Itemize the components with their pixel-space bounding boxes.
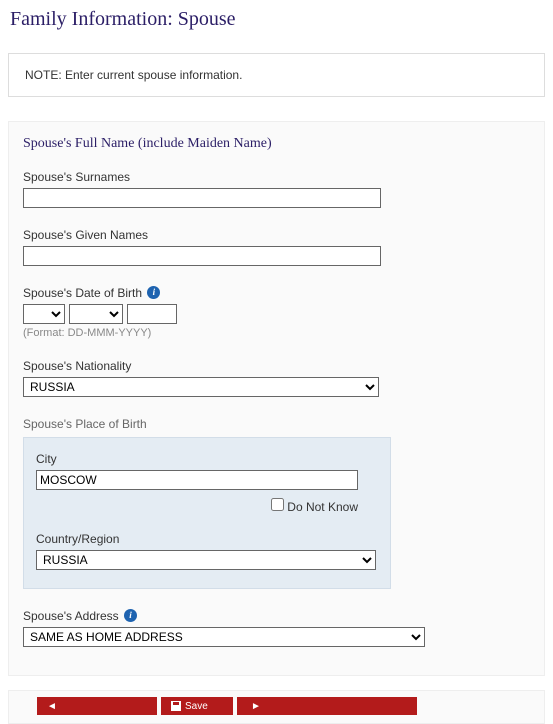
info-icon[interactable]: i	[124, 609, 137, 622]
field-given-names: Spouse's Given Names	[23, 228, 530, 266]
pob-city-input[interactable]	[36, 470, 358, 490]
chevron-left-icon: ◄	[47, 701, 57, 712]
address-select[interactable]: SAME AS HOME ADDRESS	[23, 627, 425, 647]
note-box: NOTE: Enter current spouse information.	[8, 53, 545, 97]
field-surnames: Spouse's Surnames	[23, 170, 530, 208]
dob-hint: (Format: DD-MMM-YYYY)	[23, 327, 530, 339]
pob-country-label: Country/Region	[36, 532, 378, 546]
dob-day-select[interactable]	[23, 304, 65, 324]
save-button-label: Save	[185, 701, 208, 712]
save-button[interactable]: Save	[161, 697, 233, 715]
dob-year-input[interactable]	[127, 304, 177, 324]
pob-dnk-checkbox[interactable]	[271, 498, 284, 511]
given-names-label: Spouse's Given Names	[23, 228, 530, 242]
pob-label: Spouse's Place of Birth	[23, 417, 530, 431]
note-text: NOTE: Enter current spouse information.	[25, 68, 242, 82]
field-address: Spouse's Address i SAME AS HOME ADDRESS	[23, 609, 530, 647]
address-label-text: Spouse's Address	[23, 609, 119, 623]
address-label: Spouse's Address i	[23, 609, 530, 623]
button-row: ◄ Save ►	[15, 697, 538, 723]
field-dob: Spouse's Date of Birth i (Format: DD-MMM…	[23, 286, 530, 339]
dob-month-select[interactable]	[69, 304, 123, 324]
back-button[interactable]: ◄	[37, 697, 157, 715]
info-icon[interactable]: i	[147, 286, 160, 299]
dob-label: Spouse's Date of Birth i	[23, 286, 530, 300]
pob-city-label: City	[36, 452, 378, 466]
button-section: ◄ Save ►	[8, 690, 545, 724]
form-section: Spouse's Full Name (include Maiden Name)…	[8, 121, 545, 676]
pob-country-select[interactable]: RUSSIA	[36, 550, 376, 570]
given-names-input[interactable]	[23, 246, 381, 266]
next-button[interactable]: ►	[237, 697, 417, 715]
surnames-label: Spouse's Surnames	[23, 170, 530, 184]
nationality-select[interactable]: RUSSIA	[23, 377, 379, 397]
surnames-input[interactable]	[23, 188, 381, 208]
pob-box: City Do Not Know Country/Region RUSSIA	[23, 437, 391, 589]
section-title: Spouse's Full Name (include Maiden Name)	[23, 136, 530, 152]
field-nationality: Spouse's Nationality RUSSIA	[23, 359, 530, 397]
dob-label-text: Spouse's Date of Birth	[23, 286, 142, 300]
pob-dnk-label: Do Not Know	[287, 500, 358, 514]
field-pob: Spouse's Place of Birth City Do Not Know…	[23, 417, 530, 589]
save-icon	[171, 701, 181, 711]
chevron-right-icon: ►	[251, 701, 261, 712]
page-title: Family Information: Spouse	[0, 0, 553, 43]
nationality-label: Spouse's Nationality	[23, 359, 530, 373]
